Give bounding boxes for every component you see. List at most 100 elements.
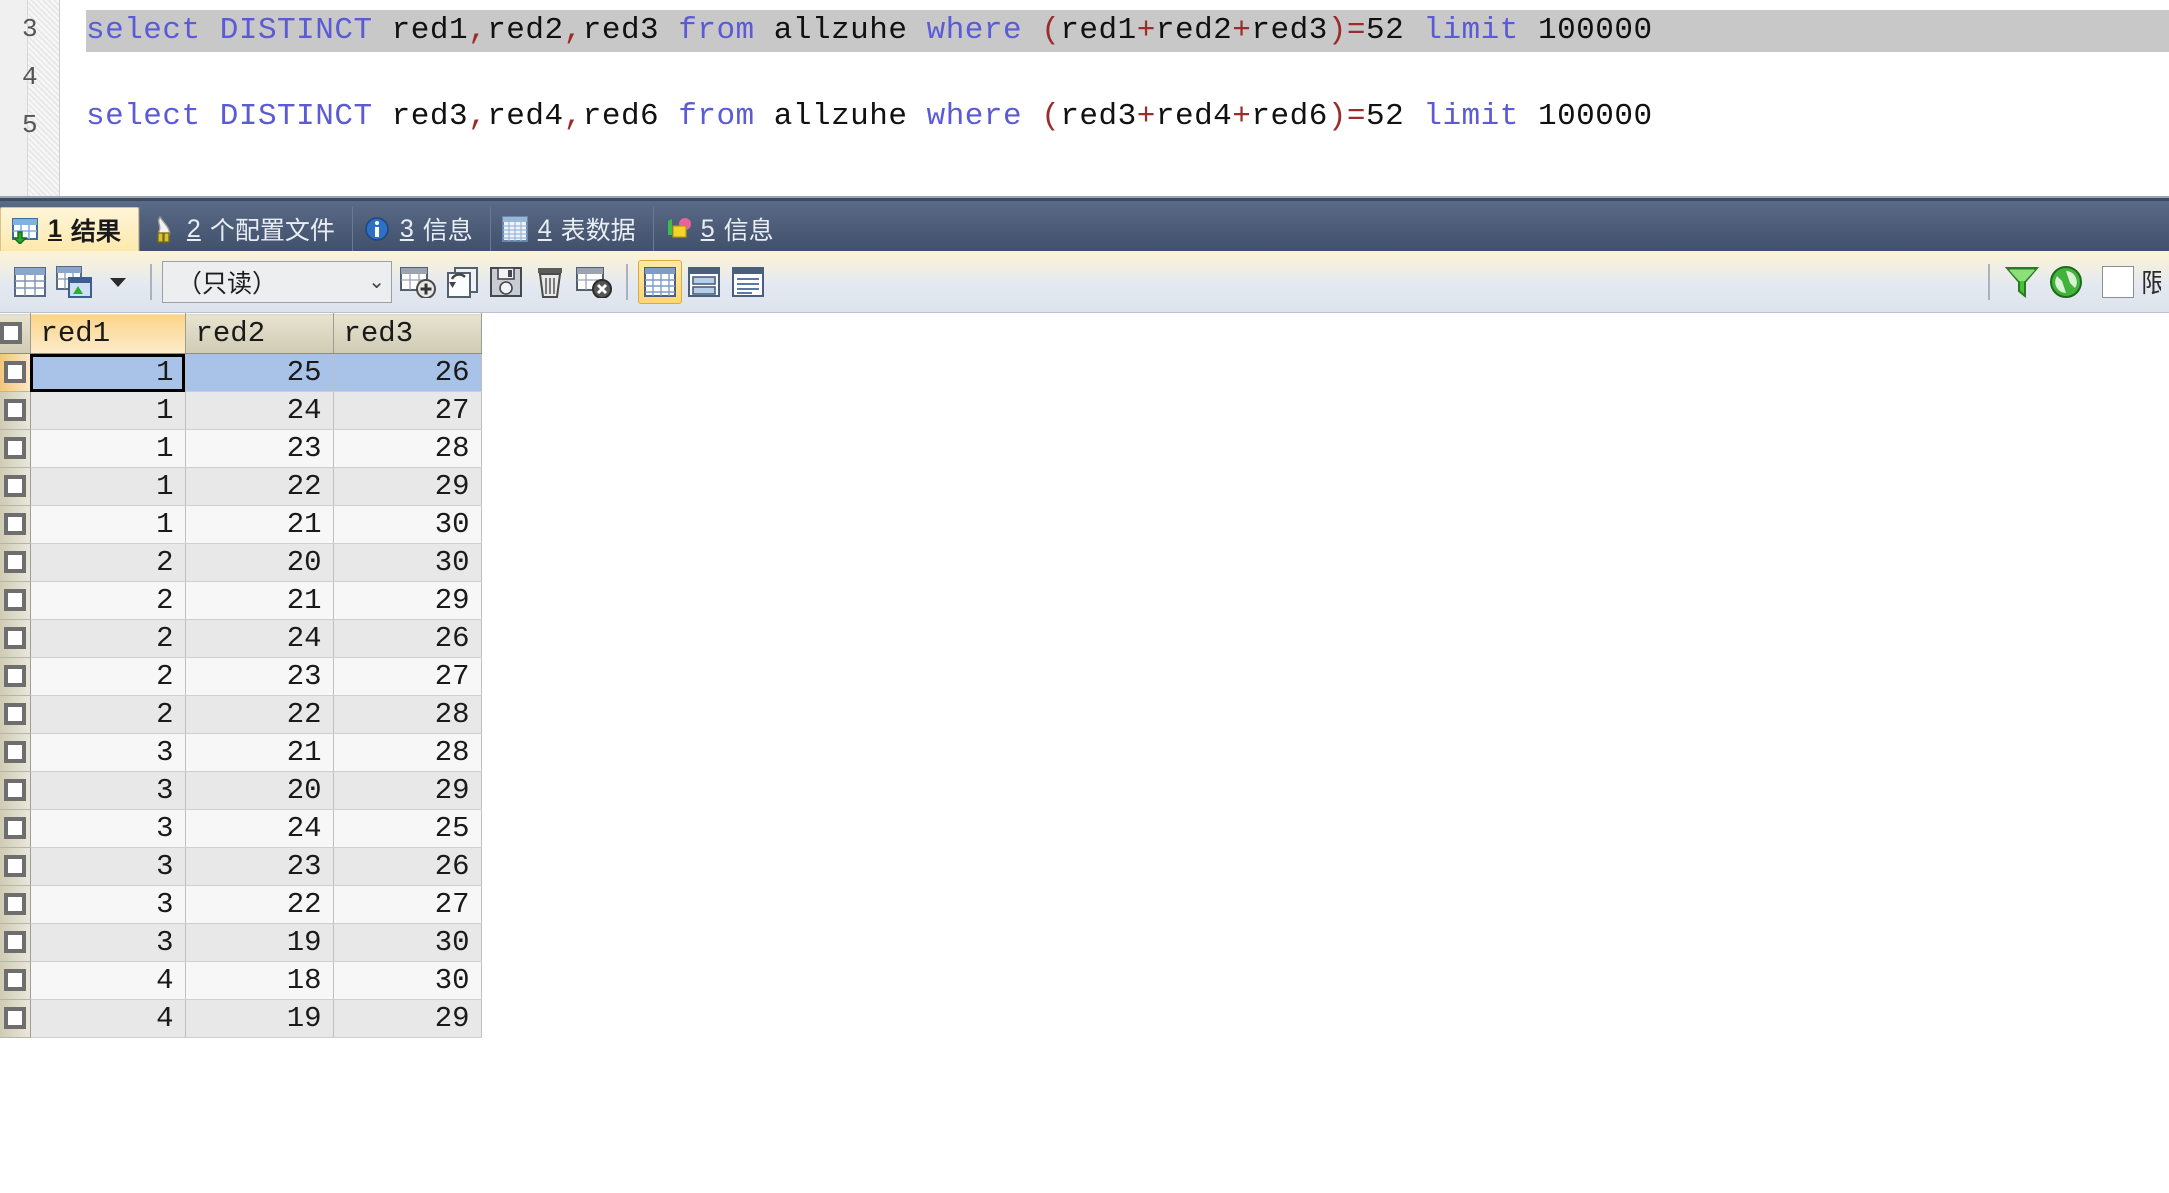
table-row[interactable]: 1 23 28 (0, 429, 482, 468)
table-row[interactable]: 2 21 29 (0, 581, 482, 620)
grid-view-icon[interactable] (8, 260, 52, 304)
row-select-cell[interactable] (0, 847, 31, 886)
cell-red2[interactable]: 20 (185, 543, 334, 582)
cell-red3[interactable]: 28 (333, 429, 482, 468)
row-checkbox[interactable] (3, 855, 26, 878)
row-checkbox[interactable] (3, 893, 26, 916)
row-checkbox[interactable] (3, 513, 26, 536)
row-checkbox[interactable] (3, 361, 26, 384)
sql-line[interactable]: select DISTINCT red1,red2,red3 from allz… (86, 10, 2169, 52)
table-row[interactable]: 3 19 30 (0, 923, 482, 962)
cell-red2[interactable]: 23 (185, 429, 334, 468)
cell-red3[interactable]: 26 (333, 847, 482, 886)
row-select-cell[interactable] (0, 543, 31, 582)
cell-red3[interactable]: 28 (333, 695, 482, 734)
cancel-record-icon[interactable] (572, 260, 616, 304)
row-select-cell[interactable] (0, 505, 31, 544)
column-header-red3[interactable]: red3 (333, 313, 482, 354)
cell-red2[interactable]: 21 (185, 505, 334, 544)
table-row[interactable]: 2 23 27 (0, 657, 482, 696)
cell-red3[interactable]: 30 (333, 923, 482, 962)
cell-red1[interactable]: 3 (30, 771, 186, 810)
row-checkbox[interactable] (3, 627, 26, 650)
row-select-cell[interactable] (0, 885, 31, 924)
cell-red1[interactable]: 2 (30, 543, 186, 582)
row-checkbox[interactable] (3, 703, 26, 726)
select-all-checkbox[interactable] (0, 322, 22, 345)
cell-red1[interactable]: 1 (30, 467, 186, 506)
view-text-icon[interactable] (726, 260, 770, 304)
row-checkbox[interactable] (3, 589, 26, 612)
column-header-red2[interactable]: red2 (185, 313, 334, 354)
cell-red2[interactable]: 23 (185, 847, 334, 886)
row-select-cell[interactable] (0, 961, 31, 1000)
table-row[interactable]: 4 19 29 (0, 999, 482, 1038)
row-checkbox[interactable] (3, 741, 26, 764)
cell-red3[interactable]: 25 (333, 809, 482, 848)
cell-red1[interactable]: 4 (30, 999, 186, 1038)
column-header-red1[interactable]: red1 (30, 313, 186, 354)
cell-red1[interactable]: 3 (30, 923, 186, 962)
cell-red2[interactable]: 20 (185, 771, 334, 810)
cell-red1[interactable]: 1 (30, 353, 186, 392)
cell-red2[interactable]: 25 (185, 353, 334, 392)
cell-red1[interactable]: 3 (30, 885, 186, 924)
sql-line[interactable]: select DISTINCT red3,red4,red6 from allz… (86, 96, 2169, 138)
cell-red3[interactable]: 29 (333, 999, 482, 1038)
table-row[interactable]: 3 23 26 (0, 847, 482, 886)
cell-red1[interactable]: 3 (30, 733, 186, 772)
row-checkbox[interactable] (3, 437, 26, 460)
table-row[interactable]: 4 18 30 (0, 961, 482, 1000)
cell-red3[interactable]: 26 (333, 619, 482, 658)
tab-2[interactable]: 2 个配置文件 (138, 207, 352, 251)
dropdown-arrow-icon[interactable] (96, 260, 140, 304)
result-grid-container[interactable]: red1 red2 red3 1 25 26 1 24 27 1 23 28 1 22 29 1 21 30 2 2… (0, 313, 2169, 1193)
cell-red3[interactable]: 30 (333, 543, 482, 582)
row-checkbox[interactable] (3, 969, 26, 992)
cell-red2[interactable]: 24 (185, 809, 334, 848)
cell-red3[interactable]: 27 (333, 885, 482, 924)
save-record-icon[interactable] (484, 260, 528, 304)
row-checkbox[interactable] (3, 475, 26, 498)
cell-red2[interactable]: 19 (185, 923, 334, 962)
row-select-cell[interactable] (0, 657, 31, 696)
table-row[interactable]: 2 20 30 (0, 543, 482, 582)
row-checkbox[interactable] (3, 399, 26, 422)
edit-mode-select[interactable]: （只读） ⌄ (162, 260, 392, 303)
cell-red1[interactable]: 3 (30, 809, 186, 848)
table-row[interactable]: 1 22 29 (0, 467, 482, 506)
sql-editor[interactable]: 3 4 5 select DISTINCT red1,red2,red3 from … (0, 0, 2169, 196)
row-select-cell[interactable] (0, 353, 31, 392)
row-checkbox[interactable] (3, 931, 26, 954)
cell-red2[interactable]: 22 (185, 467, 334, 506)
row-select-cell[interactable] (0, 581, 31, 620)
cell-red1[interactable]: 1 (30, 429, 186, 468)
row-select-cell[interactable] (0, 695, 31, 734)
view-grid-icon[interactable] (638, 259, 682, 304)
grid-select-all-header[interactable] (0, 313, 31, 354)
cell-red3[interactable]: 26 (333, 353, 482, 392)
row-checkbox[interactable] (3, 1007, 26, 1030)
tab-5[interactable]: 5 信息 (652, 207, 791, 251)
row-select-cell[interactable] (0, 391, 31, 430)
cell-red1[interactable]: 1 (30, 505, 186, 544)
cell-red1[interactable]: 1 (30, 391, 186, 430)
table-row[interactable]: 3 24 25 (0, 809, 482, 848)
cell-red3[interactable]: 28 (333, 733, 482, 772)
cell-red1[interactable]: 2 (30, 581, 186, 620)
row-checkbox[interactable] (3, 551, 26, 574)
cell-red3[interactable]: 27 (333, 391, 482, 430)
table-row[interactable]: 2 22 28 (0, 695, 482, 734)
cell-red2[interactable]: 19 (185, 999, 334, 1038)
row-checkbox[interactable] (3, 779, 26, 802)
cell-red3[interactable]: 30 (333, 961, 482, 1000)
cell-red2[interactable]: 21 (185, 581, 334, 620)
row-select-cell[interactable] (0, 429, 31, 468)
limit-rows-checkbox[interactable] (2102, 265, 2134, 298)
table-row[interactable]: 3 22 27 (0, 885, 482, 924)
tab-1[interactable]: 1 结果 (0, 207, 139, 251)
row-select-cell[interactable] (0, 733, 31, 772)
result-tab-bar[interactable]: 1 结果 2 个配置文件 3 信息 4 表数据 5 信息 (0, 198, 2169, 251)
cell-red3[interactable]: 30 (333, 505, 482, 544)
cell-red1[interactable]: 2 (30, 619, 186, 658)
